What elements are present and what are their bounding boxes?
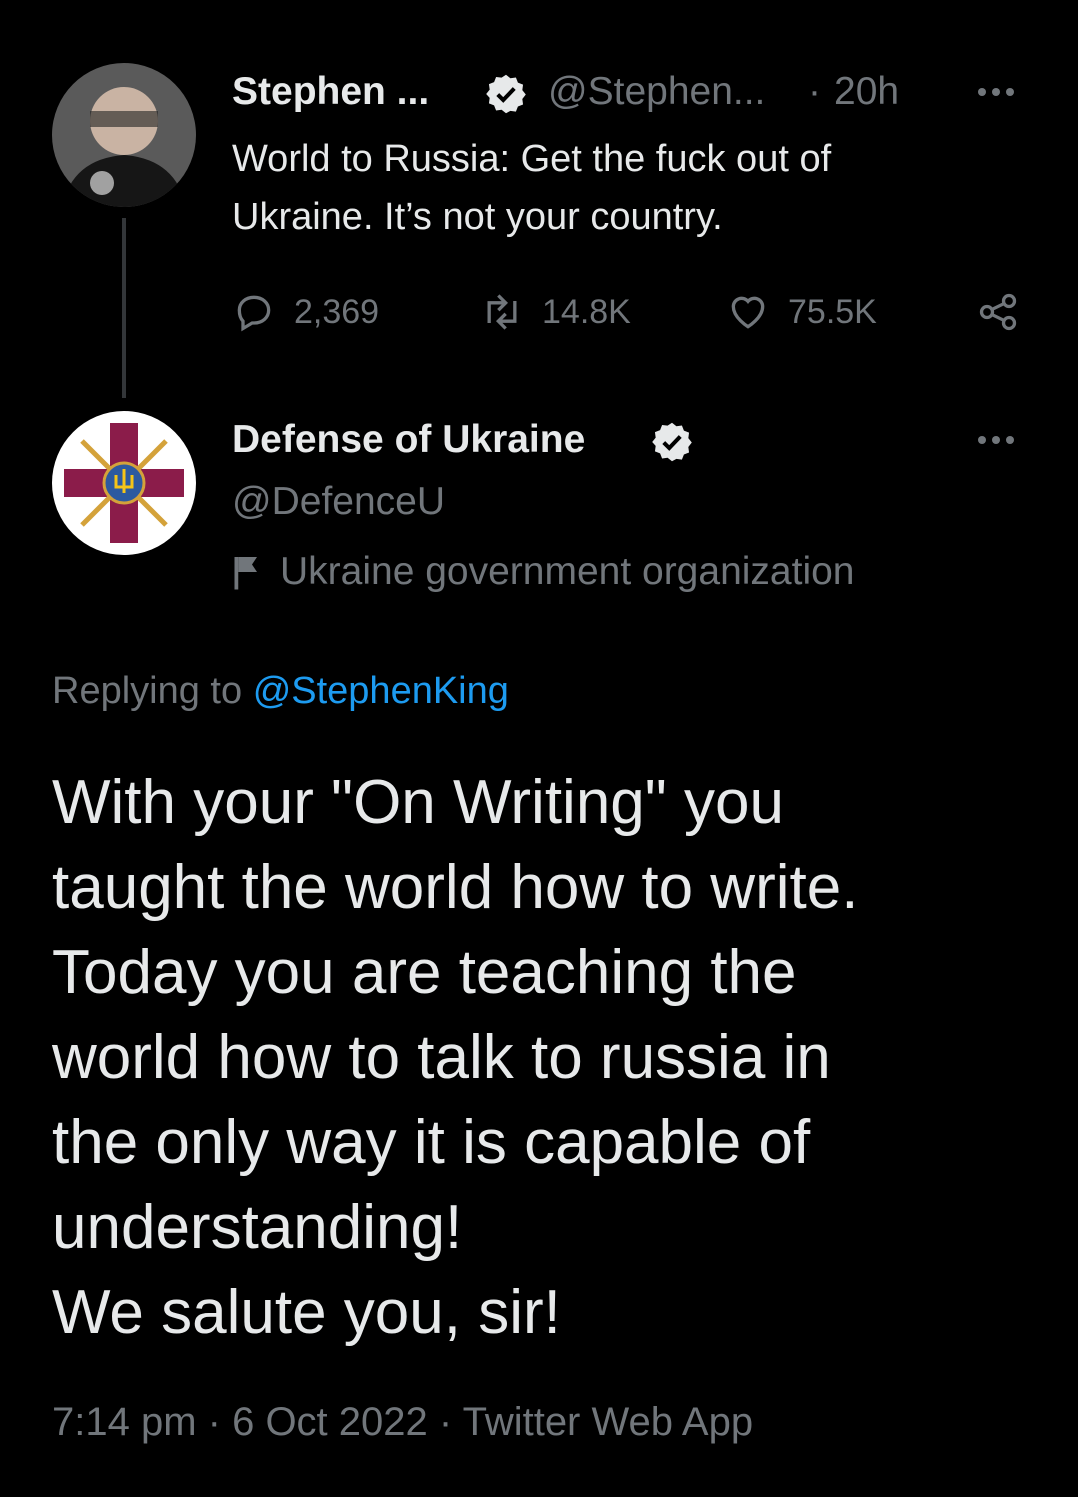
- replying-handle-link[interactable]: @StephenKing: [253, 670, 509, 712]
- parent-more-icon[interactable]: [978, 88, 1014, 96]
- parent-timestamp[interactable]: 20h: [834, 70, 899, 114]
- avatar-defense-of-ukraine[interactable]: [52, 411, 196, 555]
- parent-handle[interactable]: @Stephen...: [548, 70, 765, 114]
- affiliation-text: Ukraine government organization: [280, 550, 855, 593]
- main-handle[interactable]: @DefenceU: [232, 480, 445, 524]
- share-button[interactable]: [976, 290, 1020, 334]
- avatar-stephen[interactable]: [52, 63, 196, 207]
- like-button[interactable]: 75.5K: [726, 290, 877, 334]
- verified-badge-icon: [486, 74, 526, 114]
- thread-connector-line: [122, 218, 126, 398]
- main-display-name[interactable]: Defense of Ukraine: [232, 418, 585, 462]
- replying-to: Replying to @StephenKing: [52, 670, 509, 713]
- main-more-icon[interactable]: [978, 436, 1014, 444]
- replying-prefix: Replying to: [52, 670, 243, 712]
- main-tweet-text: With your "On Writing" you taught the wo…: [52, 768, 859, 1347]
- parent-separator: ·: [808, 70, 821, 113]
- retweet-count: 14.8K: [542, 292, 631, 331]
- reply-icon: [237, 295, 271, 332]
- share-icon: [979, 293, 1017, 331]
- affiliation-label: Ukraine government organization: [232, 550, 855, 594]
- like-icon: [731, 296, 765, 329]
- reply-count: 2,369: [294, 292, 380, 331]
- retweet-button[interactable]: 14.8K: [480, 290, 631, 334]
- parent-tweet-text-line1: World to Russia: Get the fuck out of: [232, 138, 832, 180]
- parent-tweet-text-line2: Ukraine. It’s not your country.: [232, 196, 723, 238]
- reply-button[interactable]: 2,369: [232, 290, 379, 334]
- tweet-metadata[interactable]: 7:14 pm · 6 Oct 2022 · Twitter Web App: [52, 1400, 753, 1445]
- retweet-icon: [487, 294, 517, 330]
- verified-badge-icon: [652, 422, 692, 462]
- government-flag-icon: [234, 557, 257, 590]
- parent-display-name[interactable]: Stephen ...: [232, 70, 429, 114]
- like-count: 75.5K: [788, 292, 877, 331]
